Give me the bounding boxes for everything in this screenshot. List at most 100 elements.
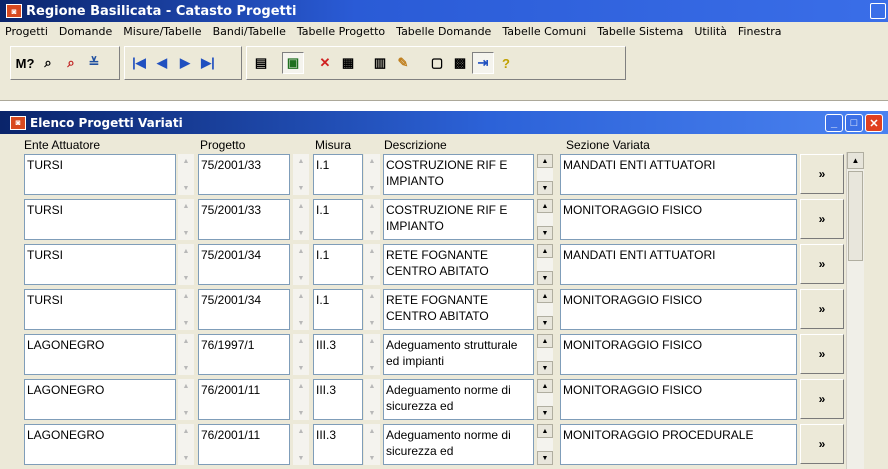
scroll-down-icon[interactable]: ▼ <box>537 226 553 240</box>
maximize-button[interactable]: □ <box>845 114 863 132</box>
scroll-down-icon[interactable]: ▼ <box>293 226 309 240</box>
sezione-field[interactable]: MANDATI ENTI ATTUATORI <box>560 154 797 195</box>
sezione-field[interactable]: MONITORAGGIO FISICO <box>560 379 797 420</box>
ente-field[interactable]: TURSI <box>24 154 176 195</box>
field-scrollbar[interactable]: ▲ ▼ <box>293 244 309 285</box>
scroll-down-icon[interactable]: ▼ <box>178 451 194 465</box>
progetto-field[interactable]: 75/2001/33 <box>198 199 290 240</box>
sezione-field[interactable]: MONITORAGGIO FISICO <box>560 289 797 330</box>
copy-icon[interactable]: ▥ <box>369 52 391 74</box>
detail-button[interactable]: » <box>800 379 844 419</box>
scroll-up-icon[interactable]: ▲ <box>364 379 380 393</box>
menu-item-bandi-tabelle[interactable]: Bandi/Tabelle <box>208 25 292 38</box>
misura-field[interactable]: III.3 <box>313 334 363 375</box>
misura-field[interactable]: I.1 <box>313 289 363 330</box>
scroll-up-icon[interactable]: ▲ <box>293 199 309 213</box>
scroll-up-icon[interactable]: ▲ <box>537 334 553 348</box>
misura-field[interactable]: I.1 <box>313 154 363 195</box>
menu-item-tabelle-progetto[interactable]: Tabelle Progetto <box>292 25 391 38</box>
field-scrollbar[interactable]: ▲ ▼ <box>178 154 194 195</box>
scroll-down-icon[interactable]: ▼ <box>293 451 309 465</box>
sezione-field[interactable]: MONITORAGGIO FISICO <box>560 334 797 375</box>
ente-field[interactable]: TURSI <box>24 244 176 285</box>
detail-button[interactable]: » <box>800 424 844 464</box>
field-scrollbar[interactable]: ▲ ▼ <box>364 199 380 240</box>
scroll-up-icon[interactable]: ▲ <box>537 289 553 303</box>
ente-field[interactable]: LAGONEGRO <box>24 424 176 465</box>
sezione-field[interactable]: MONITORAGGIO PROCEDURALE <box>560 424 797 465</box>
field-scrollbar[interactable]: ▲ ▼ <box>537 379 553 420</box>
scroll-up-icon[interactable]: ▲ <box>537 379 553 393</box>
vertical-scrollbar[interactable]: ▲ <box>846 152 864 469</box>
ente-field[interactable]: TURSI <box>24 199 176 240</box>
scroll-up-icon[interactable]: ▲ <box>293 154 309 168</box>
misura-field[interactable]: I.1 <box>313 199 363 240</box>
progetto-field[interactable]: 76/2001/11 <box>198 379 290 420</box>
scroll-down-icon[interactable]: ▼ <box>293 271 309 285</box>
detail-button[interactable]: » <box>800 289 844 329</box>
field-scrollbar[interactable]: ▲ ▼ <box>537 199 553 240</box>
field-scrollbar[interactable]: ▲ ▼ <box>293 289 309 330</box>
save-icon[interactable]: ▦ <box>337 52 359 74</box>
scroll-up-icon[interactable]: ▲ <box>364 199 380 213</box>
menu-item-tabelle-comuni[interactable]: Tabelle Comuni <box>497 25 592 38</box>
field-scrollbar[interactable]: ▲ ▼ <box>537 154 553 195</box>
ente-field[interactable]: LAGONEGRO <box>24 379 176 420</box>
field-scrollbar[interactable]: ▲ ▼ <box>364 289 380 330</box>
scroll-down-icon[interactable]: ▼ <box>364 226 380 240</box>
field-scrollbar[interactable]: ▲ ▼ <box>178 379 194 420</box>
field-scrollbar[interactable]: ▲ ▼ <box>178 199 194 240</box>
field-scrollbar[interactable]: ▲ ▼ <box>293 334 309 375</box>
menu-item-domande[interactable]: Domande <box>54 25 118 38</box>
field-scrollbar[interactable]: ▲ ▼ <box>293 154 309 195</box>
scroll-up-icon[interactable]: ▲ <box>178 244 194 258</box>
close-button[interactable]: ✕ <box>865 114 883 132</box>
field-scrollbar[interactable]: ▲ ▼ <box>537 244 553 285</box>
scroll-up-icon[interactable]: ▲ <box>364 244 380 258</box>
print-icon[interactable]: ▩ <box>449 52 471 74</box>
field-scrollbar[interactable]: ▲ ▼ <box>364 424 380 465</box>
sezione-field[interactable]: MANDATI ENTI ATTUATORI <box>560 244 797 285</box>
scroll-down-icon[interactable]: ▼ <box>537 406 553 420</box>
descrizione-field[interactable]: RETE FOGNANTE CENTRO ABITATO <box>383 244 534 285</box>
scroll-up-icon[interactable]: ▲ <box>364 424 380 438</box>
scroll-down-icon[interactable]: ▼ <box>293 406 309 420</box>
progetto-field[interactable]: 75/2001/34 <box>198 244 290 285</box>
progetto-field[interactable]: 76/1997/1 <box>198 334 290 375</box>
scroll-up-icon[interactable]: ▲ <box>364 289 380 303</box>
field-scrollbar[interactable]: ▲ ▼ <box>364 244 380 285</box>
field-scrollbar[interactable]: ▲ ▼ <box>178 244 194 285</box>
scroll-down-icon[interactable]: ▼ <box>537 181 553 195</box>
field-scrollbar[interactable]: ▲ ▼ <box>293 424 309 465</box>
misura-field[interactable]: I.1 <box>313 244 363 285</box>
scroll-up-icon[interactable]: ▲ <box>293 289 309 303</box>
field-scrollbar[interactable]: ▲ ▼ <box>537 334 553 375</box>
scroll-up-icon[interactable]: ▲ <box>178 334 194 348</box>
scroll-down-icon[interactable]: ▼ <box>537 316 553 330</box>
scroll-up-icon[interactable]: ▲ <box>178 199 194 213</box>
ente-field[interactable]: LAGONEGRO <box>24 334 176 375</box>
misura-field[interactable]: III.3 <box>313 379 363 420</box>
first-record-icon[interactable]: |◀ <box>128 52 150 74</box>
descrizione-field[interactable]: Adeguamento strutturale ed impianti <box>383 334 534 375</box>
edit-record-icon[interactable]: ▣ <box>282 52 304 74</box>
descrizione-field[interactable]: Adeguamento norme di sicurezza ed <box>383 424 534 465</box>
detail-button[interactable]: » <box>800 244 844 284</box>
menu-item-progetti[interactable]: Progetti <box>0 25 54 38</box>
misura-field[interactable]: III.3 <box>313 424 363 465</box>
descrizione-field[interactable]: Adeguamento norme di sicurezza ed <box>383 379 534 420</box>
scroll-down-icon[interactable]: ▼ <box>364 181 380 195</box>
descrizione-field[interactable]: COSTRUZIONE RIF E IMPIANTO <box>383 154 534 195</box>
scroll-down-icon[interactable]: ▼ <box>293 361 309 375</box>
field-scrollbar[interactable]: ▲ ▼ <box>293 379 309 420</box>
scroll-down-icon[interactable]: ▼ <box>364 361 380 375</box>
scroll-up-icon[interactable]: ▲ <box>364 334 380 348</box>
scroll-up-icon[interactable]: ▲ <box>178 424 194 438</box>
scroll-down-icon[interactable]: ▼ <box>537 451 553 465</box>
descrizione-field[interactable]: RETE FOGNANTE CENTRO ABITATO <box>383 289 534 330</box>
find-red-icon[interactable]: ⌕ <box>60 52 82 74</box>
scroll-up-icon[interactable]: ▲ <box>178 289 194 303</box>
field-scrollbar[interactable]: ▲ ▼ <box>537 424 553 465</box>
menu-item-utilit-[interactable]: Utilità <box>689 25 733 38</box>
field-scrollbar[interactable]: ▲ ▼ <box>178 424 194 465</box>
